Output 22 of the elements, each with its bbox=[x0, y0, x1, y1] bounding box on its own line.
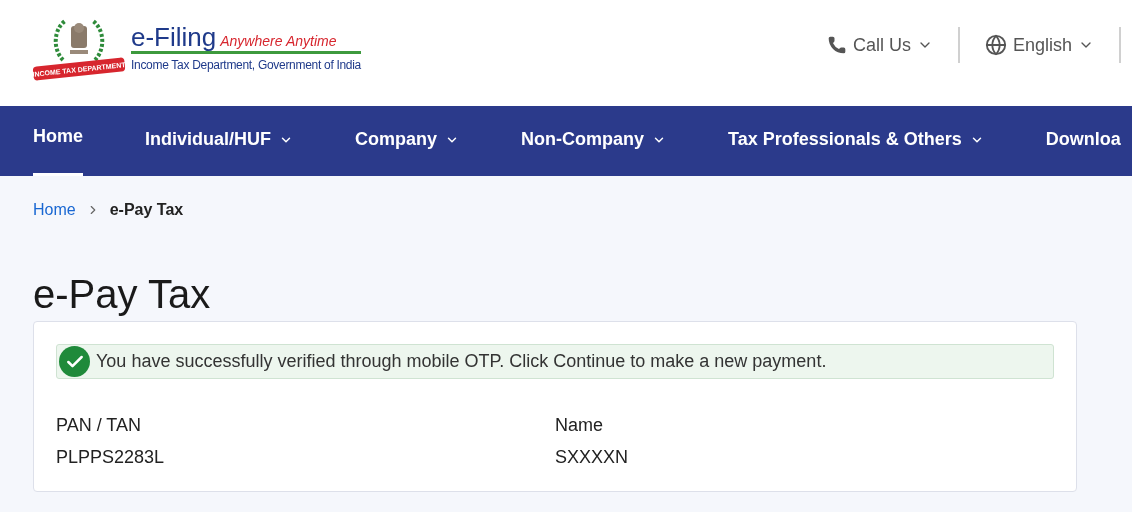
globe-icon bbox=[984, 34, 1007, 56]
field-label: PAN / TAN bbox=[56, 414, 143, 437]
success-message: You have successfully verified through mobile OTP. Click Continue to make a new payment. bbox=[96, 350, 827, 373]
logo-subtitle: Income Tax Department, Government of India bbox=[131, 57, 361, 74]
field-value: SXXXXN bbox=[555, 446, 630, 469]
nav-tab[interactable]: Company bbox=[355, 106, 460, 176]
nav-tab[interactable]: Tax Professionals & Others bbox=[728, 106, 984, 176]
nav-tab[interactable]: Home bbox=[33, 106, 83, 176]
nav-tab[interactable]: Downloa bbox=[1045, 106, 1121, 176]
nav-tab[interactable]: Individual/HUF bbox=[145, 106, 293, 176]
phone-icon bbox=[826, 35, 847, 55]
language-button[interactable]: English bbox=[959, 31, 1119, 59]
field-label: Name bbox=[555, 414, 604, 437]
logo-title: e-Filing bbox=[131, 24, 217, 50]
breadcrumb-link[interactable]: Home bbox=[33, 198, 76, 222]
breadcrumb-current: e-Pay Tax bbox=[109, 200, 184, 220]
call-us-button[interactable]: Call Us bbox=[801, 31, 958, 59]
field-value: PLPPS2283L bbox=[56, 446, 166, 469]
nav-tab[interactable]: Non-Company bbox=[521, 106, 667, 176]
check-icon bbox=[59, 346, 90, 377]
page-title: e-Pay Tax bbox=[33, 274, 212, 318]
logo-tagline: Anywhere Anytime bbox=[220, 34, 337, 48]
